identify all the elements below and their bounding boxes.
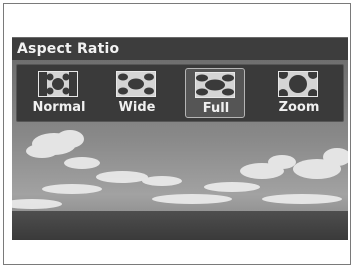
option-wide[interactable]: Wide: [107, 68, 167, 118]
page-title: Aspect Ratio: [17, 41, 120, 57]
title-bar: Aspect Ratio: [12, 37, 348, 60]
aspect-full-icon: [195, 72, 235, 98]
option-full[interactable]: Full: [185, 68, 245, 118]
aspect-ratio-options: Normal Wide Full Zoom: [16, 64, 344, 122]
option-label-wide: Wide: [118, 100, 156, 115]
aspect-normal-icon: [38, 71, 78, 97]
background-ground: [12, 211, 348, 240]
option-zoom[interactable]: Zoom: [269, 68, 329, 118]
option-label-zoom: Zoom: [278, 100, 320, 115]
option-label-full: Full: [202, 101, 230, 116]
option-label-normal: Normal: [32, 100, 86, 115]
aspect-wide-icon: [116, 71, 156, 97]
option-normal[interactable]: Normal: [29, 68, 89, 118]
aspect-ratio-screen: Aspect Ratio Normal Wide Full Zoom: [12, 37, 348, 240]
aspect-zoom-icon: [278, 71, 318, 97]
